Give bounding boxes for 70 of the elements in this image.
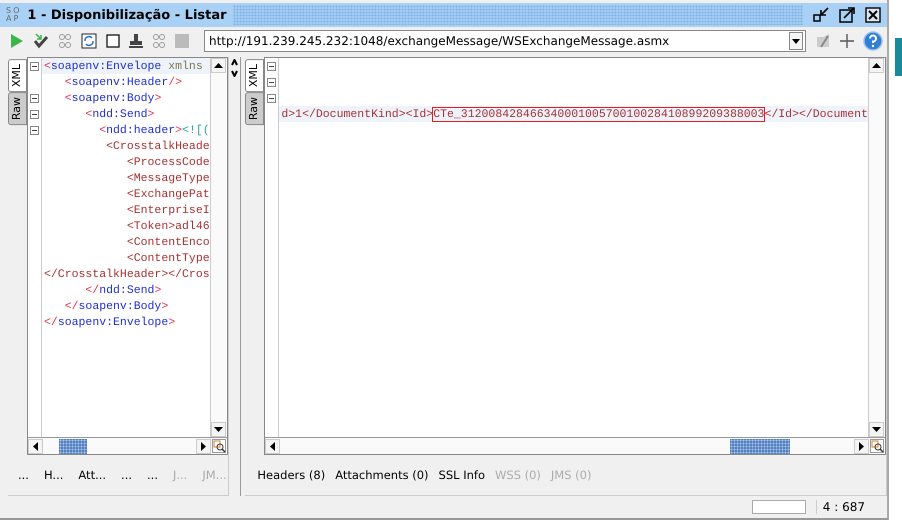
scroll-down-icon[interactable] xyxy=(210,422,226,437)
window-title: 1 - Disponibilização - Listar xyxy=(27,8,227,22)
collapse-icon[interactable] xyxy=(30,94,39,102)
code-line: <ndd:header><![( xyxy=(98,124,210,136)
scroll-down-icon[interactable] xyxy=(869,422,884,437)
editor-tab[interactable]: Raw xyxy=(245,92,264,126)
code-line: <ExchangePat xyxy=(126,188,210,200)
collapse-icon[interactable] xyxy=(30,62,39,70)
collapse-icon[interactable] xyxy=(30,126,39,134)
code-line: <soapenv:Body> xyxy=(64,92,162,104)
editor-tab[interactable]: Raw xyxy=(8,92,27,126)
url-text: http://191.239.245.232:1048/exchangeMessage/WSExchangeMessage.asmx xyxy=(209,34,670,48)
checkbox-icon[interactable] xyxy=(106,34,120,48)
collapse-icon[interactable] xyxy=(267,78,276,86)
code-line: <CrosstalkHeade xyxy=(105,140,210,152)
soap-logo: SO AP xyxy=(6,7,22,23)
cursor-position: 4 : 687 xyxy=(816,500,865,514)
code-line: d>1</DocumentKind><Id>CTe_31200842846634000100570010028410899209388003</Id></Document xyxy=(281,108,868,120)
code-line: <MessageType xyxy=(126,172,210,184)
code-line: <soapenv:Header/> xyxy=(64,76,182,88)
code-line: <soapenv:Envelope xmlns xyxy=(44,60,203,72)
scroll-up-icon[interactable] xyxy=(210,58,226,73)
plus-icon[interactable] xyxy=(840,34,854,48)
check-arrow-icon[interactable] xyxy=(33,33,49,49)
xml-editor[interactable]: d>1</DocumentKind><Id>CTe_31200842846634000100570010028410899209388003</Id></Document xyxy=(264,57,886,455)
code-line: <ContentType xyxy=(126,252,210,264)
maximize-icon[interactable] xyxy=(839,7,855,23)
close-icon[interactable] xyxy=(865,7,881,23)
code-line: <ProcessCode xyxy=(126,156,210,168)
panel-tab[interactable]: H... xyxy=(44,468,64,482)
help-icon[interactable] xyxy=(863,31,883,51)
restore-icon[interactable] xyxy=(813,7,829,23)
dropdown-caret-icon[interactable] xyxy=(789,32,803,50)
code-line: <ndd:Send> xyxy=(84,108,154,120)
stamp-icon[interactable] xyxy=(129,33,143,49)
url-field[interactable]: http://191.239.245.232:1048/exchangeMessage/WSExchangeMessage.asmx xyxy=(204,30,806,52)
zoom-icon[interactable] xyxy=(212,439,226,453)
scrollbar-thumb[interactable] xyxy=(730,438,790,454)
code-line: </ndd:Send> xyxy=(84,284,162,296)
panel-tab[interactable]: Attachments (0) xyxy=(335,468,429,482)
panel-tab[interactable]: Att... xyxy=(78,468,106,482)
code-line: <ContentEnco xyxy=(126,236,210,248)
panel-tab[interactable]: SSL Info xyxy=(438,468,485,482)
panel-tab[interactable]: ... xyxy=(147,468,158,482)
scroll-up-icon[interactable] xyxy=(869,58,884,73)
code-line: <Token>adl46 xyxy=(126,220,210,232)
panel-tab[interactable]: Headers (8) xyxy=(257,468,326,482)
collapse-icon[interactable] xyxy=(30,110,39,118)
panel-tab[interactable]: ... xyxy=(121,468,132,482)
editor-tab[interactable]: XML xyxy=(245,59,264,92)
scroll-right-icon[interactable] xyxy=(854,438,869,454)
panel-tab[interactable]: ... xyxy=(18,468,29,482)
code-line: </CrosstalkHeader></Cros xyxy=(44,268,210,280)
scrollbar-thumb[interactable] xyxy=(59,438,87,454)
code-line: </soapenv:Body> xyxy=(64,300,168,312)
pencil-icon[interactable] xyxy=(815,33,831,49)
background-window-strip xyxy=(895,38,902,76)
editor-tab[interactable]: XML xyxy=(8,59,27,92)
scroll-right-icon[interactable] xyxy=(196,438,211,454)
collapse-arrows-icon[interactable] xyxy=(231,59,238,77)
xml-editor[interactable] xyxy=(27,57,228,455)
zoom-icon[interactable] xyxy=(870,439,884,453)
code-line: <EnterpriseI xyxy=(126,204,210,216)
collapse-icon[interactable] xyxy=(267,62,276,70)
scroll-left-icon[interactable] xyxy=(28,438,43,454)
code-line: </soapenv:Envelope> xyxy=(44,316,176,328)
refresh-icon[interactable] xyxy=(81,33,97,49)
collapse-icon[interactable] xyxy=(267,94,276,102)
status-field xyxy=(752,500,806,514)
scroll-left-icon[interactable] xyxy=(265,438,280,454)
